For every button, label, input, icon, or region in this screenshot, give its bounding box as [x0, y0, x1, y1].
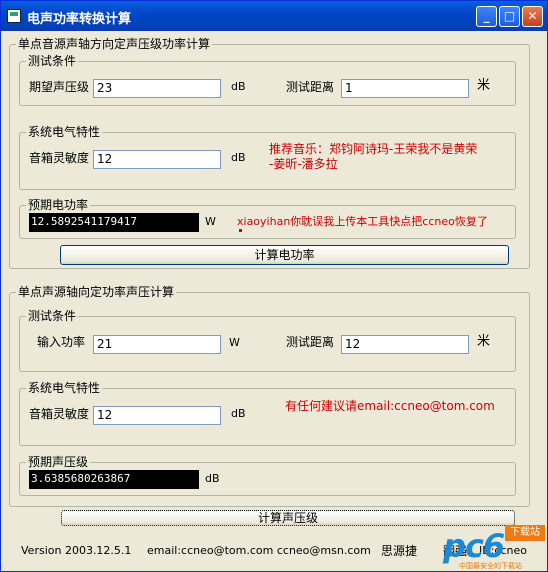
music-recommendation-line2: -姜昕-潘多拉 [269, 157, 338, 171]
test-distance2-input[interactable]: 12 [341, 335, 469, 354]
test-distance-label: 测试距离 [286, 80, 335, 94]
input-power-label: 输入功率 [37, 335, 86, 349]
input-power-input[interactable]: 21 [93, 335, 221, 354]
red-dot [239, 229, 242, 232]
section1-result-title: 预期电功率 [26, 198, 91, 212]
pc6-watermark-logo: pc6 下载站 中国最安全的下载站 [441, 525, 547, 571]
expected-spl-output-unit: dB [205, 472, 220, 485]
watermark-slogan: 中国最安全的下载站 [459, 562, 522, 570]
app-icon[interactable] [7, 9, 21, 23]
section1-test-title: 测试条件 [26, 54, 79, 68]
watermark-cn: 下载站 [505, 525, 545, 541]
section1-electrical-title: 系统电气特性 [26, 125, 103, 139]
section2-title: 单点声源轴向定功率声压计算 [16, 285, 177, 299]
author-text: 思源捷 [381, 544, 418, 558]
sensitivity2-input[interactable]: 12 [93, 406, 221, 425]
contact-note: 有任何建议请email:ccneo@tom.com [285, 399, 495, 413]
expected-power-unit: W [205, 215, 216, 228]
calc-spl-button[interactable]: 计算声压级 [61, 510, 515, 526]
section2-electrical-title: 系统电气特性 [26, 381, 103, 395]
main-window: 电声功率转换计算 _ □ ✕ 单点音源声轴方向定声压级功率计算 测试条件 期望声… [0, 0, 548, 572]
sensitivity-input[interactable]: 12 [93, 150, 221, 169]
section2-result-title: 预期声压级 [26, 455, 91, 469]
sensitivity-label: 音箱灵敏度 [29, 151, 90, 165]
expected-spl-unit: dB [231, 80, 246, 93]
expected-spl-input[interactable]: 23 [93, 79, 221, 98]
section2-test-title: 测试条件 [26, 309, 79, 323]
sensitivity2-unit: dB [231, 407, 246, 420]
test-distance-input[interactable]: 1 [341, 79, 469, 98]
sensitivity2-label: 音箱灵敏度 [29, 407, 90, 421]
minimize-button[interactable]: _ [476, 6, 497, 27]
version-text: Version 2003.12.5.1 [21, 544, 132, 557]
expected-power-output: 12.5892541179417 [29, 213, 199, 232]
close-button[interactable]: ✕ [522, 6, 543, 27]
expected-spl-label: 期望声压级 [29, 80, 90, 94]
test-distance2-label: 测试距离 [286, 335, 335, 349]
test-distance2-unit: 米 [477, 334, 491, 349]
section1-title: 单点音源声轴方向定声压级功率计算 [16, 37, 213, 51]
calc-power-button[interactable]: 计算电功率 [60, 245, 509, 265]
music-recommendation-line1: 推荐音乐：郑钧阿诗玛-王荣我不是黄荣 [269, 142, 478, 156]
title-bar[interactable]: 电声功率转换计算 _ □ ✕ [1, 1, 547, 31]
sensitivity-unit: dB [231, 151, 246, 164]
expected-spl-output: 3.6385680263867 [29, 470, 199, 489]
window-title: 电声功率转换计算 [27, 12, 132, 27]
restore-note: xiaoyihan你耽误我上传本工具快点把ccneo恢复了 [237, 215, 488, 228]
watermark-brand: pc6 [443, 527, 505, 565]
maximize-button[interactable]: □ [499, 6, 520, 27]
email-text: email:ccneo@tom.com ccneo@msn.com [147, 544, 371, 557]
input-power-unit: W [229, 336, 240, 349]
test-distance-unit: 米 [477, 78, 491, 93]
